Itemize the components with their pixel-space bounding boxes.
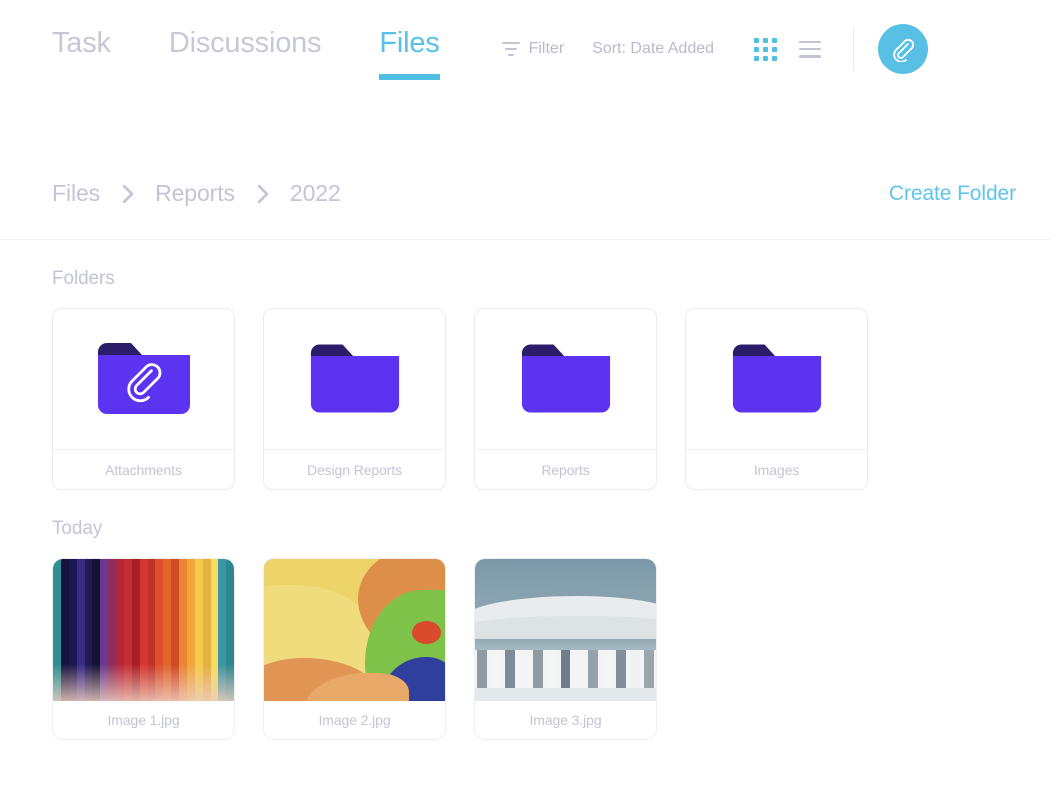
list-view-icon[interactable]	[799, 40, 822, 58]
file-label: Image 3.jpg	[475, 701, 656, 739]
file-card-image-1[interactable]: Image 1.jpg	[52, 558, 235, 740]
files-grid: Image 1.jpg Image 2.jpg Image 3.jpg	[52, 558, 998, 740]
header-toolbar: Filter Sort: Date Added	[501, 24, 929, 74]
create-folder-button[interactable]: Create Folder	[889, 182, 1016, 206]
grid-view-icon[interactable]	[754, 37, 778, 61]
tab-discussions[interactable]: Discussions	[169, 0, 322, 58]
folder-label: Reports	[475, 449, 656, 489]
section-label-today: Today	[52, 518, 103, 539]
folder-label: Images	[686, 449, 867, 489]
breadcrumb-item-reports[interactable]: Reports	[155, 180, 235, 207]
filter-icon	[501, 42, 520, 56]
filter-button[interactable]: Filter	[501, 40, 565, 58]
sort-dropdown[interactable]: Sort: Date Added	[592, 40, 714, 58]
rainbow-slats-photo	[53, 559, 234, 701]
chevron-right-icon	[120, 184, 135, 204]
app-header: Task Discussions Files Filter Sort: Date…	[0, 0, 1050, 95]
folder-icon	[475, 309, 656, 449]
attach-file-button[interactable]	[878, 24, 929, 74]
folder-card-images[interactable]: Images	[685, 308, 868, 490]
folder-card-design-reports[interactable]: Design Reports	[263, 308, 446, 490]
folders-grid: Attachments Design Reports Reports Image…	[52, 308, 998, 490]
breadcrumb-bar: Files Reports 2022 Create Folder	[0, 148, 1050, 240]
file-card-image-3[interactable]: Image 3.jpg	[474, 558, 657, 740]
file-card-image-2[interactable]: Image 2.jpg	[263, 558, 446, 740]
abstract-curves-photo	[264, 559, 445, 701]
tab-bar: Task Discussions Files	[0, 0, 440, 95]
folder-card-reports[interactable]: Reports	[474, 308, 657, 490]
folder-label: Design Reports	[264, 449, 445, 489]
folder-card-attachments[interactable]: Attachments	[52, 308, 235, 490]
file-label: Image 1.jpg	[53, 701, 234, 739]
folder-label: Attachments	[53, 449, 234, 489]
folder-icon	[686, 309, 867, 449]
breadcrumb-item-2022[interactable]: 2022	[290, 180, 341, 207]
filter-label: Filter	[528, 40, 565, 57]
chevron-right-icon	[255, 184, 270, 204]
folder-paperclip-icon	[53, 309, 234, 449]
tab-files[interactable]: Files	[379, 0, 440, 80]
folder-icon	[264, 309, 445, 449]
breadcrumb: Files Reports 2022	[52, 180, 341, 207]
file-label: Image 2.jpg	[264, 701, 445, 739]
section-label-folders: Folders	[52, 268, 115, 289]
paperclip-icon	[893, 38, 915, 62]
white-architecture-photo	[475, 559, 656, 701]
file-browser-content: Folders Attachments Design Reports Repor…	[0, 268, 1050, 740]
breadcrumb-item-files[interactable]: Files	[52, 180, 100, 207]
toolbar-divider	[853, 28, 855, 70]
tab-task[interactable]: Task	[52, 0, 111, 58]
